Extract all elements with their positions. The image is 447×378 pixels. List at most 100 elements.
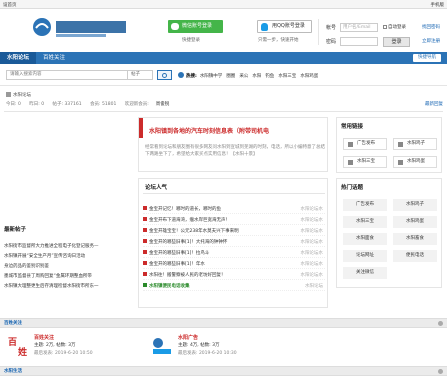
hot-topic-button[interactable]: 水阳鸡蛋 [393, 216, 437, 228]
qq-login-button[interactable]: 用QQ账号登录 [257, 20, 312, 33]
hot-topic-button[interactable]: 便民电话 [393, 250, 437, 262]
post-icon [143, 206, 147, 210]
stat-posts: 帖子: 337161 [52, 102, 82, 107]
popular-row[interactable]: 金宝开的哪些旧事[1]！拉鸟斗 水阳论坛水 [143, 249, 325, 258]
register-link[interactable]: 立即注册 [422, 38, 440, 44]
common-link-label: 广告发布 [357, 141, 375, 146]
sub-forum-item[interactable]: 水阳广告 主题: 4万, 帖数: 3万 最后发表: 2019-6-20 10:3… [150, 334, 350, 364]
hot-topic-button[interactable]: 关注微信 [343, 267, 387, 279]
latest-post-item[interactable]: 水阳街市监督所大力推进全程电子化登记服务— [4, 243, 130, 249]
common-link-button[interactable]: 水阳鸡子 [393, 138, 437, 150]
latest-post-item[interactable]: 身边药品的鉴别识别鉴 [4, 263, 130, 269]
hot-word[interactable]: 钓鱼 [265, 74, 274, 79]
common-link-button[interactable]: 水阳三宝 [343, 156, 387, 168]
latest-post-item[interactable]: 墨城市监督县丁周购回复“金属环期整血所带 [4, 273, 130, 279]
hot-search: 热搜: 水阳镇中学 圈圈 采公 水阳 钓鱼 水阳三宝 水阳鸡蛋 [178, 72, 322, 79]
popular-row[interactable]: 金宝开记忆！哪时的道长，哪时的鱼 水阳论坛水 [143, 205, 325, 214]
section-bar-focus[interactable]: 百姓关注 [0, 318, 447, 328]
common-link-label: 水阳鸡子 [407, 141, 425, 146]
forum-logo: 百 姓 [6, 334, 30, 358]
breadcrumb-item[interactable]: 水阳论坛 [13, 93, 31, 98]
hot-word[interactable]: 采公 [239, 74, 248, 79]
popular-row[interactable]: 水阳往！搬警察被人民的老坊好回复！ 水阳论坛水 [143, 271, 325, 280]
sub-forum-meta: 主题: 4万, 帖数: 3万 [178, 343, 220, 348]
password-input[interactable] [340, 37, 378, 46]
search-button[interactable] [157, 70, 172, 80]
tab-public-focus[interactable]: 百姓关注 [36, 52, 72, 64]
hot-topics-panel: 热门话题 广告发布 水阳鸡子 水阳三宝 水阳鸡蛋 水阳面食 水阳畜食 论坛网址 … [336, 178, 442, 288]
common-link-button[interactable]: 广告发布 [343, 138, 387, 150]
sub-forum-last: 最后发表: 2019-6-20 10:50 [34, 351, 93, 356]
popular-row[interactable]: 金宝开布下道海湾，瘤水岸巨宽海无声！ 水阳论坛水 [143, 216, 325, 225]
collapse-icon[interactable] [438, 369, 443, 374]
link-icon [398, 142, 403, 147]
qq-icon [261, 23, 268, 31]
qq-login-sub: 只需一步，快速开始 [258, 38, 299, 43]
latest-post-item[interactable]: 水阳镇大理整更生后存清理检督水阳街市所东一 [4, 283, 130, 289]
hot-topic-button[interactable]: 广告发布 [343, 199, 387, 211]
new-member-link[interactable]: 周俊锐 [156, 102, 170, 107]
password-label: 密码 [326, 39, 337, 45]
site-logo[interactable] [30, 14, 160, 40]
hot-topic-button[interactable]: 水阳畜食 [393, 233, 437, 245]
sub-forum-last: 最后发表: 2019-6-20 10:30 [178, 351, 237, 356]
hot-search-label: 热搜: [186, 74, 197, 79]
set-homepage-link[interactable]: 设首页 [3, 2, 17, 8]
popular-row[interactable]: 金宝开的哪些旧事[1]！大托海的钟钟怀 水阳论坛水 [143, 238, 325, 247]
common-link-button[interactable]: 水阳鸡蛋 [393, 156, 437, 168]
svg-text:百: 百 [8, 337, 17, 348]
hot-icon [178, 72, 184, 78]
divider [143, 193, 325, 194]
popular-row-title: 水阳往！搬警察被人民的老坊好回复！ [149, 273, 226, 278]
popular-row-title: 金宝开的哪些旧事[1]！拉鸟斗 [149, 251, 210, 256]
common-links-panel: 常用链接 广告发布 水阳鸡子 水阳三宝 水阳鸡蛋 [336, 117, 442, 173]
hot-topic-button[interactable]: 水阳面食 [343, 233, 387, 245]
wechat-login-button[interactable]: 微信账号登录 [168, 20, 223, 33]
breadcrumb: 水阳论坛 [6, 92, 31, 98]
popular-row[interactable]: 金宝开的哪些旧事[1]！年水 水阳论坛水 [143, 260, 325, 269]
latest-posts-title: 最新帖子 [4, 227, 27, 233]
divider [318, 19, 319, 45]
stat-yesterday: 昨日: 0 [29, 102, 45, 107]
link-icon [348, 142, 353, 147]
tab-shuiyang-forum[interactable]: 水阳论坛 [0, 52, 37, 64]
search-input[interactable]: 请输入搜索内容 [6, 70, 128, 80]
section-bar-life[interactable]: 水阳生活 [0, 366, 447, 376]
auto-login-checkbox[interactable]: 自动登录 [383, 24, 406, 30]
latest-reply-link[interactable]: 最新回复 [425, 101, 443, 107]
collapse-icon[interactable] [438, 321, 443, 326]
search-scope-select[interactable]: 帖子 [128, 70, 153, 80]
hot-topic-button[interactable]: 论坛网址 [343, 250, 387, 262]
wechat-icon [171, 23, 179, 30]
hot-word[interactable]: 水阳 [252, 74, 261, 79]
popular-row-title: 水阳镇便民电话收集 [149, 284, 190, 289]
hot-word[interactable]: 水阳三宝 [278, 74, 296, 79]
popular-row-title: 金宝开的哪些旧事[1]！大托海的钟钟怀 [149, 240, 228, 245]
wechat-login-sub: 快捷登录 [182, 38, 200, 43]
hot-topic-button[interactable]: 水阳三宝 [343, 216, 387, 228]
quick-nav-button[interactable]: 快捷导航 [413, 54, 441, 62]
search-icon [162, 73, 167, 78]
login-button[interactable]: 登录 [383, 37, 410, 47]
mobile-link[interactable]: 手机版 [431, 2, 445, 8]
headline-panel: 水阳镇到各地的汽车时刻信息表（附带司机电 经常看到论坛和朋友圈有很多网友问水阳到… [138, 117, 328, 172]
popular-row[interactable]: 水阳镇便民电话收集 水阳论坛 [143, 282, 325, 291]
hot-word[interactable]: 水阳镇中学 [200, 74, 223, 79]
link-icon [398, 160, 403, 165]
popular-row-source: 水阳论坛水 [300, 229, 324, 234]
post-icon [143, 283, 147, 287]
link-icon [348, 160, 353, 165]
home-icon[interactable] [6, 92, 11, 97]
hot-topic-button[interactable]: 水阳鸡子 [393, 199, 437, 211]
latest-posts-panel: 最新帖子 水阳街市监督所大力推进全程电子化登记服务— 水阳镇开展“安全生产月”宣… [4, 225, 132, 307]
hot-word[interactable]: 圈圈 [226, 74, 235, 79]
account-input[interactable]: 用户名/Email [340, 23, 378, 32]
latest-post-item[interactable]: 水阳镇开展“安全生产月”宣传咨询日活动 [4, 253, 130, 259]
hot-word[interactable]: 水阳鸡蛋 [300, 74, 318, 79]
sub-forum-name[interactable]: 百姓关注 [34, 334, 54, 341]
find-password-link[interactable]: 找回密码 [422, 24, 440, 30]
headline-title[interactable]: 水阳镇到各地的汽车时刻信息表（附带司机电 [149, 126, 269, 135]
popular-row[interactable]: 金宝开雄宝宝！公元238年水莫夫兴下事来明 水阳论坛水 [143, 227, 325, 236]
top-bar: 设首页 手机版 [0, 0, 447, 9]
sub-forum-name[interactable]: 水阳广告 [178, 334, 198, 341]
